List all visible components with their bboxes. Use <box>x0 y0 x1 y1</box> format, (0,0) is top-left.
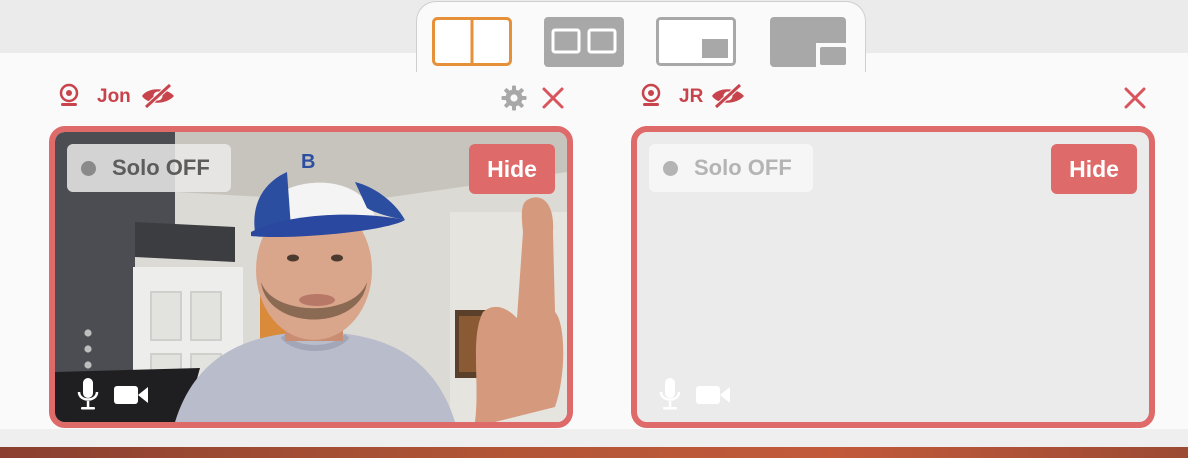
webcam-icon <box>59 83 79 106</box>
video-camera-icon[interactable] <box>695 382 731 408</box>
hide-button[interactable]: Hide <box>469 144 555 194</box>
solo-status-dot <box>81 160 96 176</box>
layout-side-by-side-icon <box>432 17 512 66</box>
solo-label: Solo OFF <box>112 155 210 180</box>
layout-full-inset-icon <box>770 17 850 67</box>
video-tile-jr[interactable]: Solo OFF Hide <box>631 126 1155 428</box>
layout-split-framed-icon <box>544 17 624 67</box>
solo-toggle[interactable]: Solo OFF <box>67 144 231 192</box>
participant-name: JR <box>679 86 704 107</box>
layout-side-by-side-button[interactable] <box>432 17 512 67</box>
video-camera-icon[interactable] <box>113 382 149 408</box>
participant-name: Jon <box>97 86 131 107</box>
solo-toggle[interactable]: Solo OFF <box>649 144 813 192</box>
participant-header-jon: Jon <box>58 83 188 113</box>
gear-icon[interactable] <box>501 85 527 111</box>
webcam-icon <box>641 83 661 106</box>
participant-header-jr: JR <box>640 83 760 113</box>
solo-label: Solo OFF <box>694 155 792 180</box>
layout-pip-button[interactable] <box>656 17 736 67</box>
eye-slash-icon[interactable] <box>140 83 176 109</box>
close-icon[interactable] <box>1123 86 1147 110</box>
hide-button[interactable]: Hide <box>1051 144 1137 194</box>
layout-full-inset-button[interactable] <box>770 17 850 67</box>
solo-status-dot <box>663 160 678 176</box>
microphone-icon[interactable] <box>657 376 683 412</box>
layout-pip-icon <box>656 17 736 66</box>
close-icon[interactable] <box>541 86 565 110</box>
background-strip <box>0 447 1188 458</box>
more-options-icon[interactable] <box>83 327 93 377</box>
microphone-icon[interactable] <box>75 376 101 412</box>
layout-split-framed-button[interactable] <box>544 17 624 67</box>
video-tile-jon[interactable]: B Solo OFF Hide <box>49 126 573 428</box>
eye-slash-icon[interactable] <box>710 83 746 109</box>
svg-text:B: B <box>301 151 315 173</box>
panel-footer <box>0 429 1188 447</box>
